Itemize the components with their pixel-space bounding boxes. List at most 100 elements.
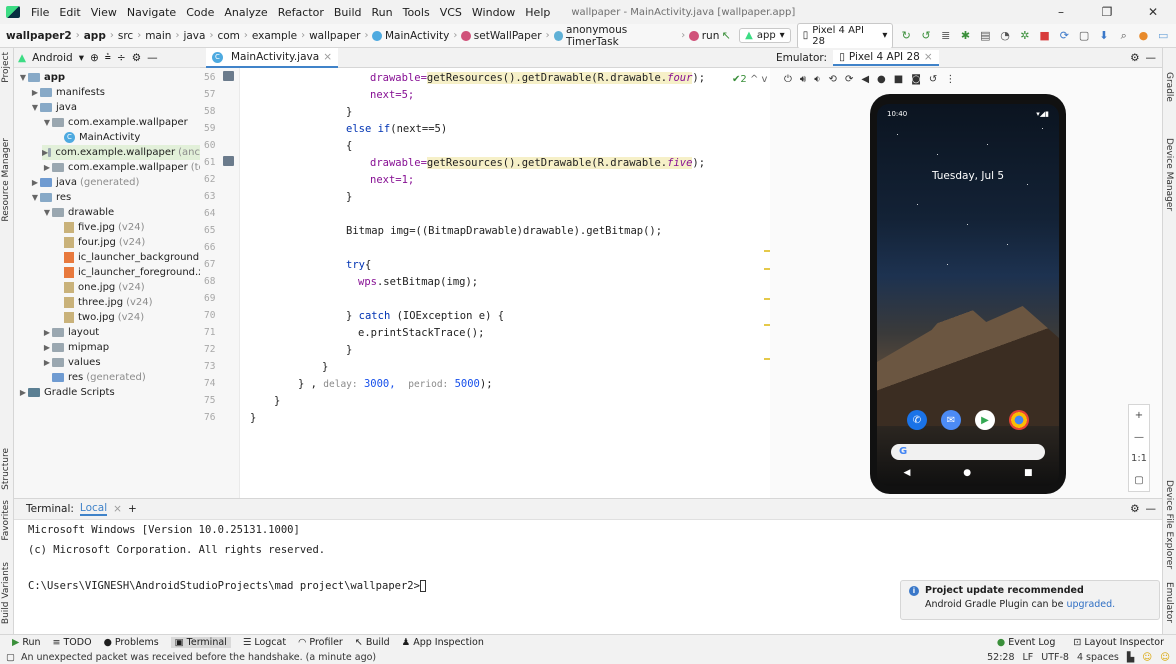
chevron-up-icon[interactable]: ^	[750, 74, 758, 85]
tree-item-package[interactable]: ▼ com.example.wallpaper	[42, 115, 188, 130]
gear-icon[interactable]: ⚙	[1130, 503, 1139, 515]
close-icon[interactable]: ×	[924, 51, 933, 63]
code-editor[interactable]: drawable=getResources().getDrawable(R.dr…	[240, 68, 770, 498]
menu-code[interactable]: Code	[181, 6, 219, 19]
apply-changes-icon[interactable]: ↻	[899, 29, 913, 43]
snapshot-icon[interactable]: ↺	[929, 74, 937, 85]
tab-favorites[interactable]: Favorites	[1, 500, 11, 541]
tool-problems[interactable]: ● Problems	[104, 637, 159, 648]
tab-project[interactable]: Project	[1, 52, 11, 83]
tree-item-ic-launcher-background[interactable]: ic_launcher_background.x	[54, 250, 200, 265]
inspection-widget[interactable]: ✔2 ^ v	[732, 74, 767, 85]
power-icon[interactable]: ⏻	[784, 74, 792, 85]
indent-setting[interactable]: 4 spaces	[1077, 652, 1119, 663]
tree-item-manifests[interactable]: ▶ manifests	[30, 85, 105, 100]
tab-build-variants[interactable]: Build Variants	[1, 562, 11, 624]
back-icon[interactable]: ◀	[861, 74, 869, 85]
menu-analyze[interactable]: Analyze	[219, 6, 272, 19]
line-separator[interactable]: LF	[1023, 652, 1034, 663]
tree-item-values[interactable]: ▶ values	[42, 355, 101, 370]
tree-item-ic-launcher-foreground[interactable]: ic_launcher_foreground.xi	[54, 265, 200, 280]
hide-panel-icon[interactable]: —	[147, 52, 158, 64]
google-search-bar[interactable]: G	[891, 444, 1045, 460]
more-options-icon[interactable]: ⋮	[945, 74, 955, 85]
sdk-manager-icon[interactable]: ⬇	[1097, 29, 1111, 43]
hide-panel-icon[interactable]: —	[1146, 52, 1163, 64]
breadcrumb-module[interactable]: app	[84, 30, 106, 42]
tool-build[interactable]: ↖ Build	[355, 637, 390, 648]
back-icon[interactable]: ◀	[903, 468, 910, 478]
run-tests-icon[interactable]: ≣	[939, 29, 953, 43]
tree-item-gradle-scripts[interactable]: ▶ Gradle Scripts	[18, 385, 115, 400]
zoom-actual-button[interactable]: 1:1	[1131, 453, 1147, 464]
breadcrumb-run[interactable]: run	[702, 30, 720, 42]
tool-todo[interactable]: ≡ TODO	[53, 637, 92, 648]
search-icon[interactable]: ⌕	[1117, 29, 1131, 43]
tool-event-log[interactable]: ● Event Log	[997, 637, 1056, 648]
camera-icon[interactable]: ◙	[911, 74, 921, 85]
home-icon[interactable]: ●	[877, 74, 886, 85]
menu-tools[interactable]: Tools	[398, 6, 435, 19]
menu-view[interactable]: View	[86, 6, 122, 19]
zoom-in-button[interactable]: +	[1135, 410, 1143, 421]
menu-build[interactable]: Build	[329, 6, 367, 19]
tree-item-five-jpg[interactable]: five.jpg (v24)	[54, 220, 144, 235]
menu-refactor[interactable]: Refactor	[273, 6, 329, 19]
feedback-icon[interactable]: ☺	[1142, 652, 1152, 663]
apply-code-changes-icon[interactable]: ↺	[919, 29, 933, 43]
rotate-right-icon[interactable]: ⟳	[845, 74, 853, 85]
menu-file[interactable]: File	[26, 6, 54, 19]
menu-help[interactable]: Help	[520, 6, 555, 19]
close-window-button[interactable]: ✕	[1130, 5, 1176, 19]
settings-sync-icon[interactable]: ▭	[1156, 29, 1170, 43]
tree-item-mipmap[interactable]: ▶ mipmap	[42, 340, 109, 355]
toggle-tool-windows-icon[interactable]: ▢	[6, 652, 15, 663]
hammer-icon[interactable]: ↖	[719, 29, 733, 43]
tree-item-drawable[interactable]: ▼ drawable	[42, 205, 114, 220]
phone-screen[interactable]: 10:40 ▾◢▮ Tuesday, Jul 5 ✆ ✉ ▶ G ◀ ● ■	[877, 104, 1059, 486]
tool-profiler[interactable]: ◠ Profiler	[298, 637, 343, 648]
minimize-button[interactable]: –	[1038, 5, 1084, 19]
tool-run[interactable]: ▶ Run	[12, 637, 41, 648]
sync-gradle-icon[interactable]: ⟳	[1057, 29, 1071, 43]
rotate-left-icon[interactable]: ⟲	[829, 74, 837, 85]
notification-balloon[interactable]: i Project update recommended Android Grad…	[900, 580, 1160, 620]
locate-icon[interactable]: ⊕	[90, 52, 99, 64]
gear-icon[interactable]: ⚙	[132, 52, 141, 64]
menu-window[interactable]: Window	[467, 6, 520, 19]
breadcrumb-example[interactable]: example	[252, 30, 297, 42]
play-store-icon[interactable]: ▶	[975, 410, 995, 430]
tree-item-app[interactable]: ▼ app	[18, 70, 65, 85]
breadcrumb-java[interactable]: java	[183, 30, 205, 42]
breadcrumb-wallpaper[interactable]: wallpaper	[309, 30, 360, 42]
device-manager-icon[interactable]: ▢	[1077, 29, 1091, 43]
maximize-button[interactable]: ❐	[1084, 5, 1130, 19]
status-message[interactable]: An unexpected packet was received before…	[21, 652, 376, 663]
debug-icon[interactable]: ✱	[959, 29, 973, 43]
tree-item-layout[interactable]: ▶ layout	[42, 325, 99, 340]
volume-up-icon[interactable]: 🔊︎	[800, 74, 806, 85]
memory-indicator-icon[interactable]: ☺	[1160, 652, 1170, 663]
new-tab-button[interactable]: +	[128, 503, 137, 515]
menu-run[interactable]: Run	[367, 6, 398, 19]
tab-gradle[interactable]: Gradle	[1164, 72, 1174, 102]
run-config-dropdown[interactable]: ▲ app ▾	[739, 28, 791, 43]
tree-item-res[interactable]: ▼ res	[30, 190, 71, 205]
tree-item-java[interactable]: ▼ java	[30, 100, 77, 115]
tab-device-manager[interactable]: Device Manager	[1164, 138, 1174, 211]
coverage-icon[interactable]: ▤	[978, 29, 992, 43]
expand-all-icon[interactable]: ÷	[117, 52, 126, 64]
stop-icon[interactable]: ■	[1038, 29, 1052, 43]
ide-update-icon[interactable]: ●	[1137, 29, 1151, 43]
zoom-out-button[interactable]: —	[1134, 432, 1144, 443]
tree-item-package-androidtest[interactable]: ▶ com.example.wallpaper (anc	[42, 145, 200, 160]
breadcrumb-main[interactable]: main	[145, 30, 171, 42]
tool-logcat[interactable]: ☰ Logcat	[243, 637, 286, 648]
breadcrumb-com[interactable]: com	[217, 30, 239, 42]
chrome-icon[interactable]	[1009, 410, 1029, 430]
file-encoding[interactable]: UTF-8	[1041, 652, 1069, 663]
caret-position[interactable]: 52:28	[987, 652, 1014, 663]
tree-item-package-test[interactable]: ▶com.example.wallpaper(test	[42, 160, 200, 175]
volume-down-icon[interactable]: 🔉︎	[814, 74, 820, 85]
emulator-tab[interactable]: ▯ Pixel 4 API 28 ×	[833, 49, 939, 66]
